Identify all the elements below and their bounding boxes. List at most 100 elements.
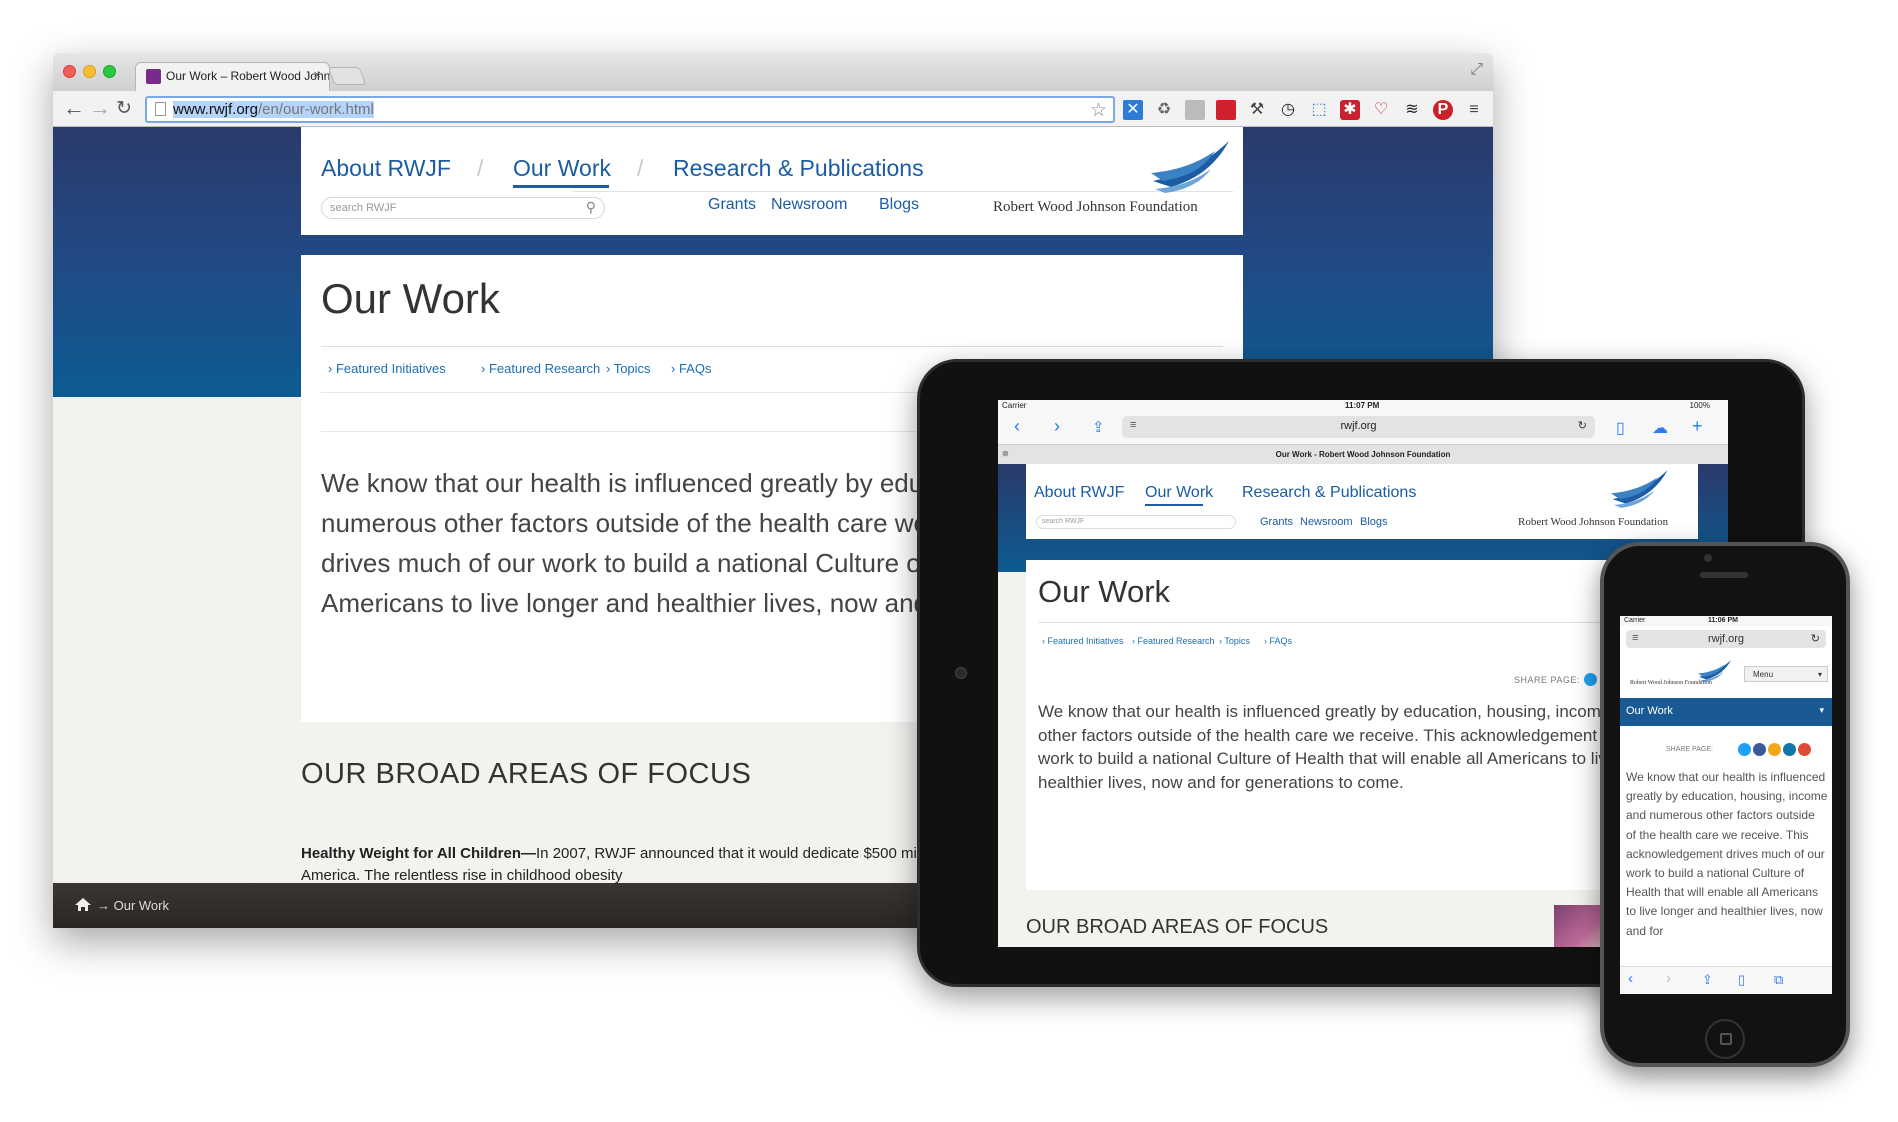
back-icon[interactable]: ‹ [1628, 970, 1633, 987]
nav-newsroom[interactable]: Newsroom [1300, 516, 1353, 528]
browser-tab[interactable]: Our Work – Robert Wood Johnson Foundatio… [135, 62, 330, 91]
pinterest-icon[interactable]: P [1433, 100, 1453, 120]
breadcrumb-current[interactable]: → Our Work [97, 898, 169, 913]
menu-dropdown[interactable]: Menu ▾ [1744, 666, 1828, 682]
menu-icon[interactable]: ≡ [1464, 100, 1484, 120]
extension-recycle-icon[interactable]: ♻ [1154, 100, 1174, 120]
section-dropdown[interactable]: Our Work ▾ [1620, 698, 1832, 726]
nav-grants[interactable]: Grants [1260, 516, 1293, 528]
close-window-button[interactable] [63, 65, 76, 78]
forward-icon[interactable]: › [1666, 970, 1671, 987]
link-featured-initiatives[interactable]: › Featured Initiatives [1042, 636, 1124, 646]
link-faqs[interactable]: › FAQs [1264, 636, 1292, 646]
search-icon[interactable]: ⚲ [586, 199, 596, 216]
address-bar[interactable]: www.rwjf.org/en/our-work.html ☆ [145, 96, 1115, 123]
linkedin-icon[interactable] [1783, 743, 1796, 756]
share-label: SHARE PAGE: [1514, 675, 1580, 685]
tab-close-icon[interactable]: × [313, 67, 321, 82]
extension-x-icon[interactable]: ✕ [1123, 100, 1143, 120]
extension-layers-icon[interactable]: ≋ [1402, 100, 1422, 120]
nav-research-publications[interactable]: Research & Publications [673, 155, 924, 182]
rwjf-logo-wing-icon[interactable] [1151, 141, 1231, 193]
focus-item-title[interactable]: Healthy Weight for All Children— [301, 845, 536, 862]
link-featured-initiatives[interactable]: › Featured Initiatives [328, 361, 446, 376]
page-icon [155, 102, 166, 116]
extension-clock-icon[interactable]: ◷ [1278, 100, 1298, 120]
extension-wrench-icon[interactable]: ⚒ [1247, 100, 1267, 120]
zoom-window-button[interactable] [103, 65, 116, 78]
address-bar[interactable]: ≡ rwjf.org ↻ [1626, 630, 1826, 648]
safari-bottom-toolbar: ‹ › ⇪ ▯ ⧉ [1620, 966, 1832, 994]
tabs-icon[interactable]: ⧉ [1774, 972, 1783, 988]
logo-text[interactable]: Robert Wood Johnson Foundation [1518, 516, 1668, 528]
extension-asterisk-icon[interactable]: ✱ [1340, 100, 1360, 120]
extension-screenshot-icon[interactable]: ⬚ [1309, 100, 1329, 120]
link-featured-research[interactable]: › Featured Research [481, 361, 600, 376]
chevron-down-icon: ▾ [1819, 705, 1824, 715]
bookmarks-icon[interactable]: ▯ [1738, 972, 1745, 988]
link-faqs[interactable]: › FAQs [671, 361, 711, 376]
bookmarks-icon[interactable]: ▯ [1616, 418, 1625, 438]
search-input[interactable]: search RWJF ⚲ [321, 197, 605, 219]
reload-icon[interactable]: ↻ [1578, 419, 1587, 432]
nav-about-rwjf[interactable]: About RWJF [321, 155, 451, 182]
nav-our-work[interactable]: Our Work [1145, 484, 1213, 502]
address-bar[interactable]: ≡ rwjf.org ↻ [1122, 416, 1595, 438]
header-divider [573, 191, 1233, 192]
nav-separator: / [637, 155, 644, 181]
logo-text[interactable]: Robert Wood Johnson Foundation [1630, 680, 1712, 686]
rwjf-logo-wing-icon[interactable] [1698, 660, 1732, 682]
email-icon[interactable] [1768, 743, 1781, 756]
reload-icon[interactable]: ↻ [116, 97, 132, 120]
extension-red-icon[interactable] [1216, 100, 1236, 120]
nav-blogs[interactable]: Blogs [879, 196, 919, 214]
nav-our-work[interactable]: Our Work [513, 155, 611, 182]
safari-toolbar: ‹ › ⇪ ≡ rwjf.org ↻ ▯ ☁ + [998, 412, 1728, 444]
home-icon[interactable] [75, 898, 91, 911]
extension-heart-icon[interactable]: ♡ [1371, 100, 1391, 120]
link-topics[interactable]: › Topics [606, 361, 651, 376]
nav-newsroom[interactable]: Newsroom [771, 196, 847, 214]
back-icon[interactable]: ‹ [1014, 416, 1020, 437]
twitter-icon[interactable] [1738, 743, 1751, 756]
search-placeholder: search RWJF [330, 202, 397, 214]
reader-icon[interactable]: ≡ [1632, 632, 1638, 644]
back-icon[interactable]: ← [63, 95, 85, 121]
nav-about-rwjf[interactable]: About RWJF [1034, 484, 1124, 502]
rwjf-logo-wing-icon[interactable] [1611, 470, 1669, 508]
logo-text[interactable]: Robert Wood Johnson Foundation [993, 199, 1198, 216]
forward-icon[interactable]: → [89, 95, 111, 121]
nav-blogs[interactable]: Blogs [1360, 516, 1388, 528]
url-text: rwjf.org [1340, 420, 1377, 432]
tab-close-icon[interactable]: ⊗ [1002, 449, 1009, 458]
cloud-tabs-icon[interactable]: ☁ [1652, 418, 1668, 438]
browser-toolbar: ← → ↻ www.rwjf.org/en/our-work.html ☆ ✕ … [53, 91, 1493, 127]
carrier-label: Carrier [1624, 617, 1646, 624]
search-input[interactable]: search RWJF [1036, 515, 1236, 529]
google-plus-icon[interactable] [1798, 743, 1811, 756]
minimize-window-button[interactable] [83, 65, 96, 78]
reader-icon[interactable]: ≡ [1130, 419, 1136, 431]
facebook-icon[interactable] [1753, 743, 1766, 756]
status-bar: Carrier 11:06 PM [1620, 616, 1832, 626]
nav-research-publications[interactable]: Research & Publications [1242, 484, 1416, 502]
link-featured-research[interactable]: › Featured Research [1132, 636, 1215, 646]
phone-screen: Carrier 11:06 PM ≡ rwjf.org ↻ Robert Woo… [1620, 616, 1832, 994]
reload-icon[interactable]: ↻ [1811, 632, 1820, 645]
nav-grants[interactable]: Grants [708, 196, 756, 214]
share-icon[interactable]: ⇪ [1702, 972, 1713, 988]
nav-separator: / [477, 155, 484, 181]
tab-title[interactable]: ⊗ Our Work - Robert Wood Johnson Foundat… [998, 444, 1728, 464]
site-header: About RWJF Our Work Research & Publicati… [1026, 464, 1698, 539]
twitter-icon[interactable] [1584, 673, 1597, 686]
new-tab-icon[interactable]: + [1692, 416, 1703, 437]
phone-device: Carrier 11:06 PM ≡ rwjf.org ↻ Robert Woo… [1600, 542, 1850, 1067]
star-icon[interactable]: ☆ [1090, 99, 1107, 122]
forward-icon[interactable]: › [1054, 416, 1060, 437]
fullscreen-icon[interactable]: ⤢ [1470, 61, 1483, 79]
home-button[interactable] [1705, 1019, 1745, 1059]
share-icon[interactable]: ⇪ [1092, 418, 1105, 436]
new-tab-button[interactable] [327, 67, 367, 85]
link-topics[interactable]: › Topics [1219, 636, 1250, 646]
extension-grey-icon[interactable] [1185, 100, 1205, 120]
